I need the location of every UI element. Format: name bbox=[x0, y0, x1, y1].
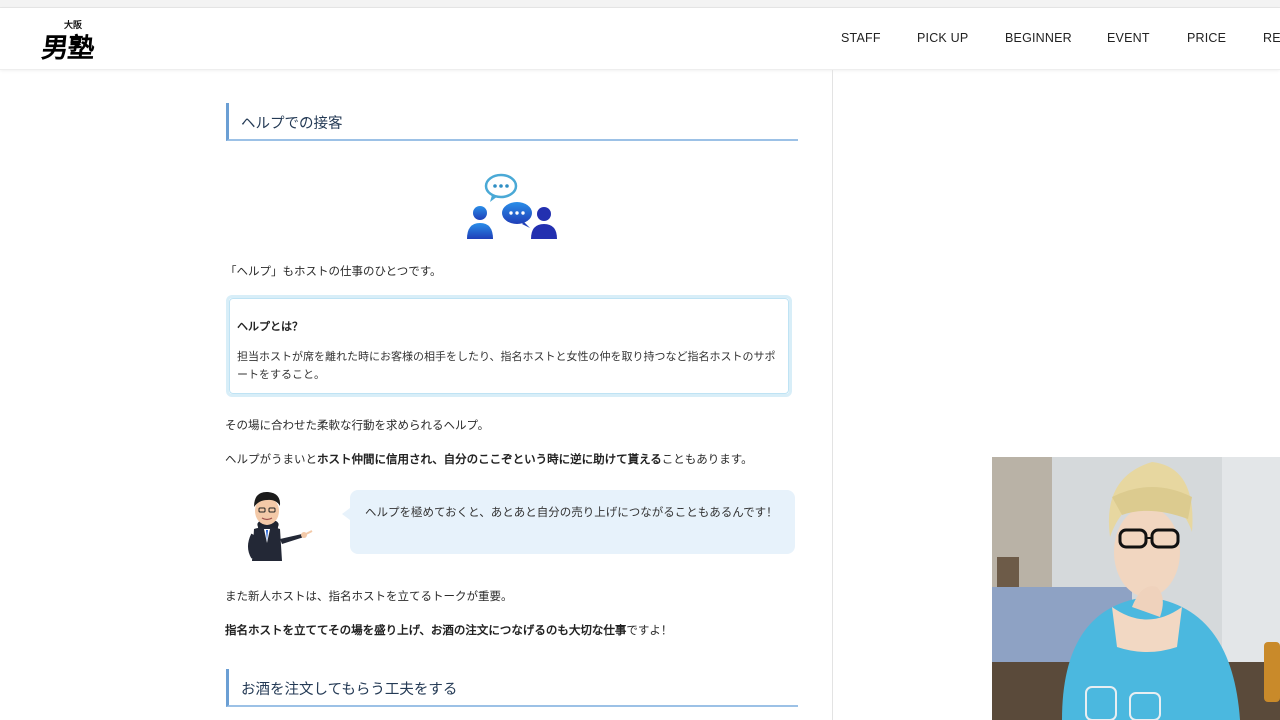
section-heading-alcohol: お酒を注文してもらう工夫をする bbox=[226, 669, 798, 707]
paragraph-trust-bold: ホスト仲間に信用され、自分のここぞという時に逆に助けて貰える bbox=[317, 452, 662, 466]
definition-title: ヘルプとは？ bbox=[237, 320, 303, 333]
webcam-overlay bbox=[992, 457, 1280, 720]
site-logo[interactable]: 大阪 男塾 bbox=[40, 18, 116, 64]
definition-box: ヘルプとは？ 担当ホストが席を離れた時にお客様の相手をしたり、指名ホストと女性の… bbox=[226, 295, 792, 397]
speech-bubble: ヘルプを極めておくと、あとあと自分の売り上げにつながることもあるんです！ bbox=[342, 490, 795, 554]
site-header: 大阪 男塾 STAFF PICK UP BEGINNER EVENT PRICE… bbox=[0, 8, 1280, 70]
nav-price[interactable]: PRICE bbox=[1187, 31, 1226, 45]
logo-main-text: 男塾 bbox=[40, 33, 96, 64]
sidebar-divider bbox=[832, 70, 833, 720]
nav-event[interactable]: EVENT bbox=[1107, 31, 1150, 45]
definition-text: 担当ホストが席を離れた時にお客様の相手をしたり、指名ホストと女性の仲を取り持つな… bbox=[237, 350, 776, 381]
host-character-avatar bbox=[240, 487, 316, 567]
conversation-icon bbox=[460, 168, 575, 244]
intro-text: 「ヘルプ」もホストの仕事のひとつです。 bbox=[225, 264, 442, 278]
section-heading-help: ヘルプでの接客 bbox=[226, 103, 798, 141]
nav-beginner[interactable]: BEGINNER bbox=[1005, 31, 1072, 45]
paragraph-trust-pre: ヘルプがうまいと bbox=[225, 452, 317, 466]
paragraph-new-host: また新人ホストは、指名ホストを立てるトークが重要。 bbox=[225, 589, 513, 603]
nav-staff[interactable]: STAFF bbox=[841, 31, 881, 45]
paragraph-important-job: 指名ホストを立ててその場を盛り上げ、お酒の注文につなげるのも大切な仕事ですよ！ bbox=[225, 622, 672, 638]
paragraph-important-job-bold: 指名ホストを立ててその場を盛り上げ、お酒の注文につなげるのも大切な仕事 bbox=[225, 623, 627, 637]
browser-top-strip bbox=[0, 0, 1280, 8]
nav-recruit[interactable]: REC bbox=[1263, 31, 1280, 45]
nav-pickup[interactable]: PICK UP bbox=[917, 31, 968, 45]
paragraph-trust-post: こともあります。 bbox=[661, 452, 753, 466]
speech-bubble-text: ヘルプを極めておくと、あとあと自分の売り上げにつながることもあるんです！ bbox=[365, 505, 778, 519]
section-heading-text: ヘルプでの接客 bbox=[241, 116, 343, 132]
paragraph-trust: ヘルプがうまいとホスト仲間に信用され、自分のここぞという時に逆に助けて貰えること… bbox=[225, 451, 753, 467]
paragraph-important-job-post: ですよ！ bbox=[626, 623, 673, 637]
paragraph-flexible: その場に合わせた柔軟な行動を求められるヘルプ。 bbox=[225, 418, 490, 432]
section-heading-text-2: お酒を注文してもらう工夫をする bbox=[241, 682, 458, 698]
